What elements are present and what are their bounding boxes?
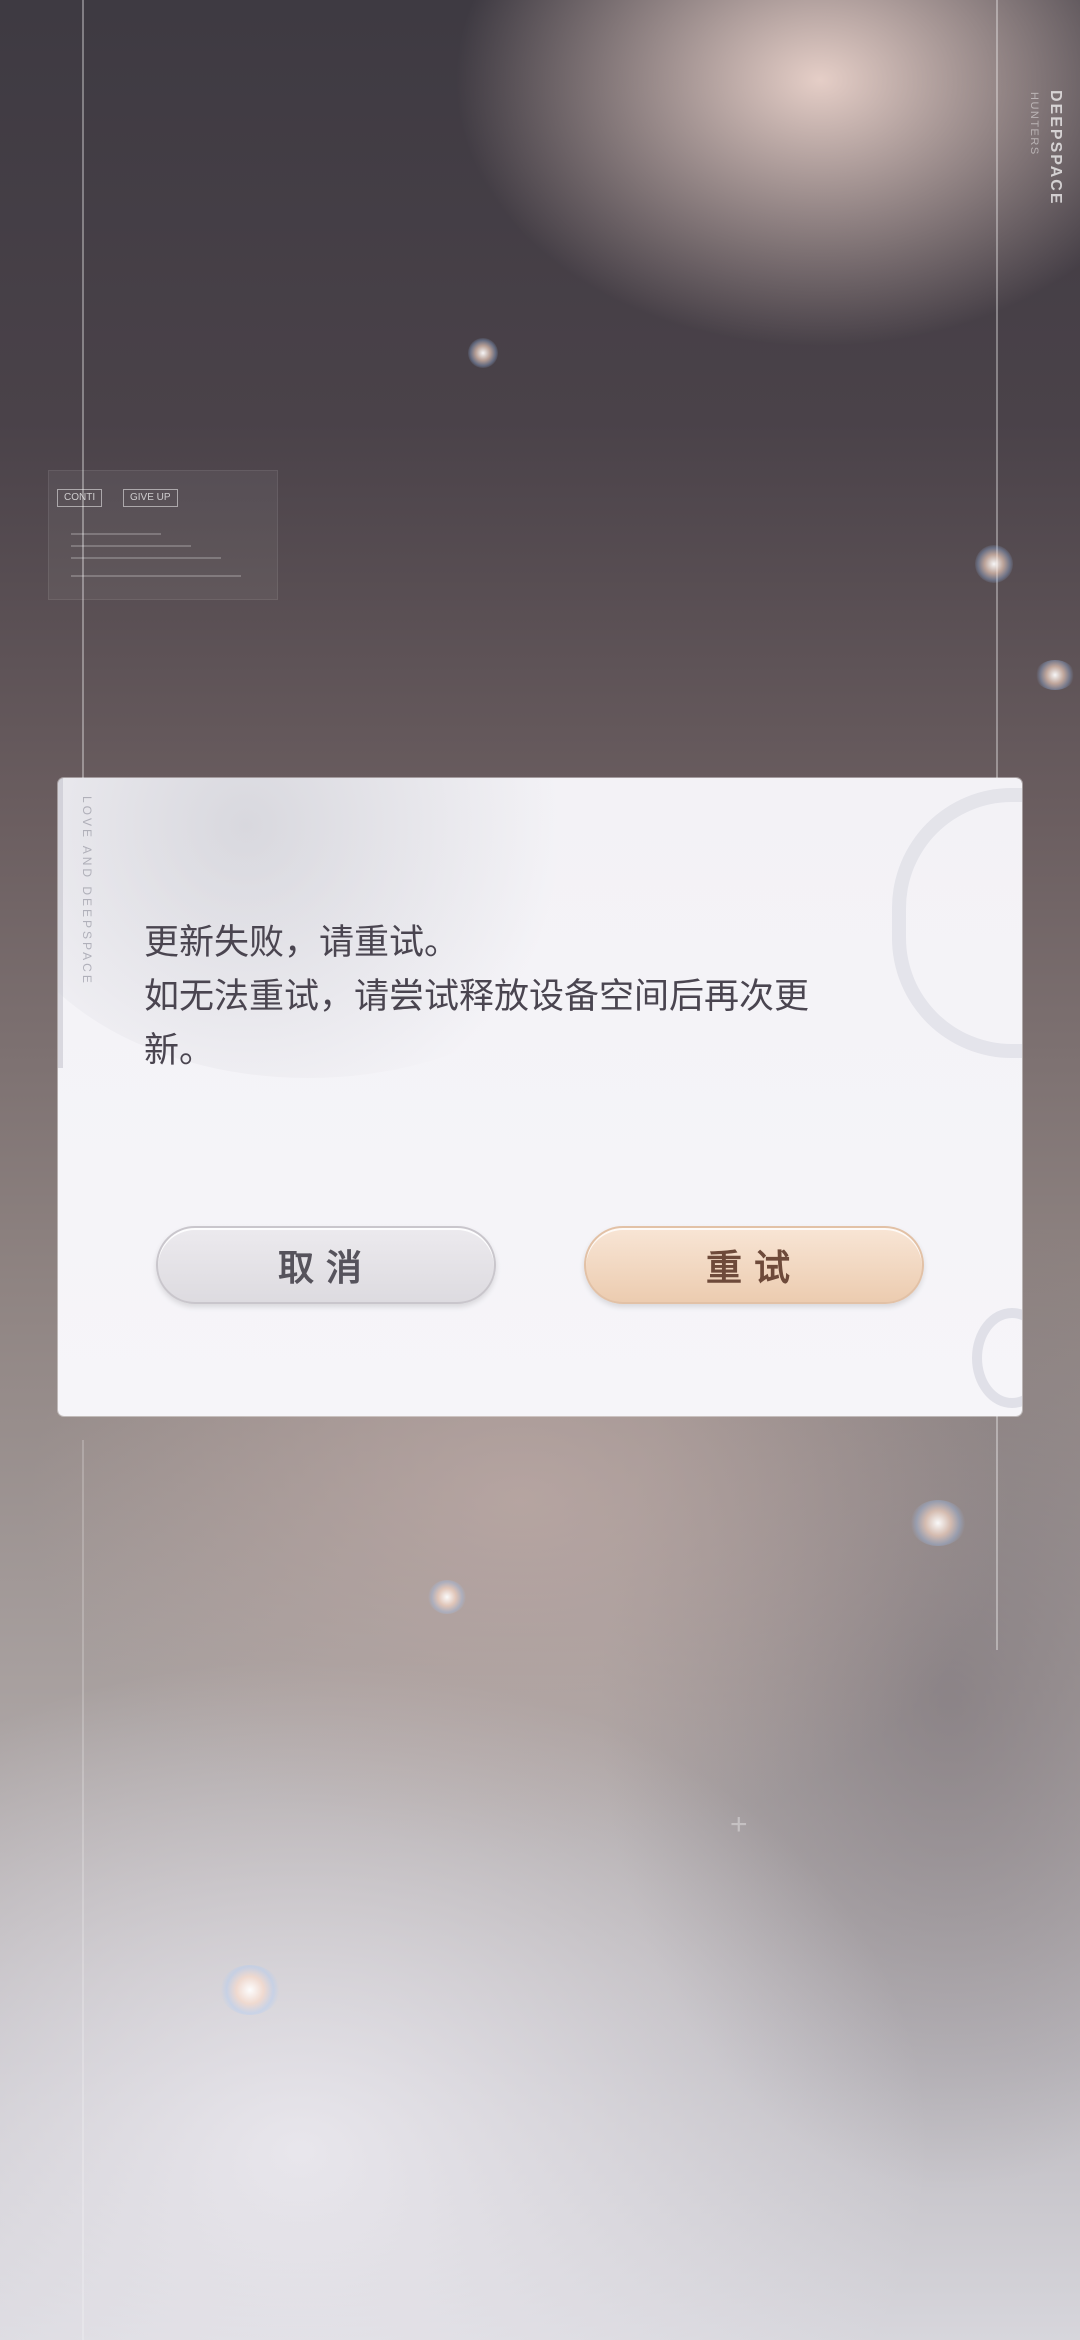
cancel-button-label: 取消 — [277, 1247, 374, 1289]
hud-giveup-button: GIVE UP — [123, 489, 178, 507]
retry-button[interactable]: 重试 — [584, 1226, 924, 1304]
light-sparkle — [468, 338, 498, 368]
dialog-left-bar — [58, 778, 63, 1068]
update-failed-dialog: LOVE AND DEEPSPACE 更新失败，请重试。 如无法重试，请尝试释放… — [58, 778, 1022, 1416]
light-sparkle — [910, 1500, 966, 1546]
screen: DEEPSPACE HUNTERS CONTI GIVE UP + LOVE A… — [0, 0, 1080, 2340]
light-sparkle — [428, 1580, 466, 1614]
dialog-side-label: LOVE AND DEEPSPACE — [80, 796, 94, 986]
dialog-message: 更新失败，请重试。 如无法重试，请尝试释放设备空间后再次更 新。 — [144, 923, 810, 1071]
plus-icon: + — [730, 1808, 748, 1841]
decor-line-left-lower — [82, 1440, 84, 2340]
light-sparkle — [1035, 660, 1075, 690]
brand-subtitle: HUNTERS — [1028, 92, 1040, 156]
brand-title: DEEPSPACE — [1047, 90, 1064, 206]
hud-line — [71, 575, 241, 577]
cancel-button[interactable]: 取消 — [156, 1226, 496, 1304]
hud-line — [71, 533, 161, 535]
light-sparkle — [975, 545, 1013, 583]
dialog-bottom-decoration — [972, 1308, 1022, 1408]
light-sparkle — [220, 1965, 280, 2015]
hud-continue-button: CONTI — [57, 489, 103, 507]
hud-panel: CONTI GIVE UP — [48, 470, 278, 600]
retry-button-label: 重试 — [705, 1247, 802, 1289]
hud-line — [71, 557, 221, 559]
hud-line — [71, 545, 191, 547]
